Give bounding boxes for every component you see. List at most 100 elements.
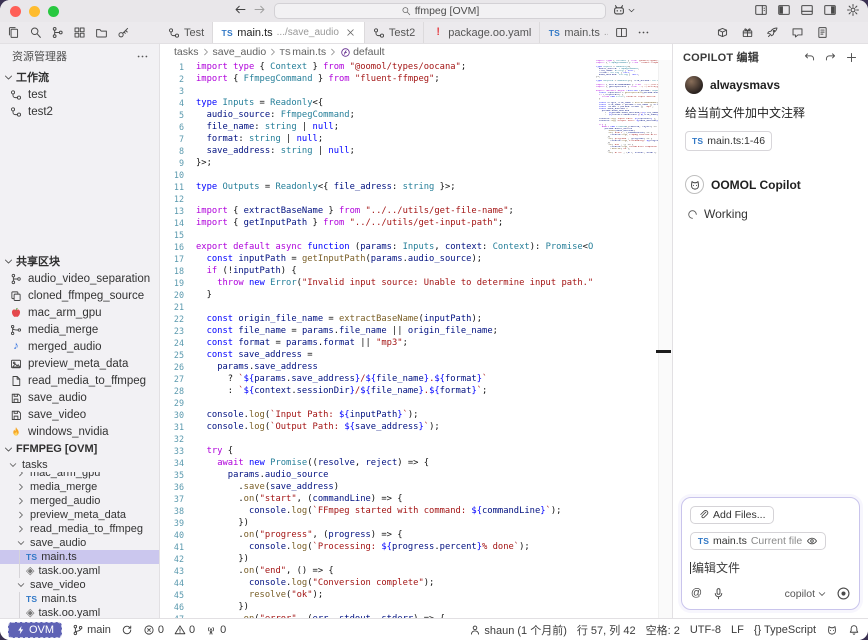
chat-input[interactable]: 编辑文件 — [690, 559, 851, 576]
status-item--2[interactable]: 空格: 2 — [646, 622, 680, 638]
status-item--57-42[interactable]: 行 57, 列 42 — [577, 622, 636, 638]
sidebar-section: 工作流testtest2 — [0, 68, 159, 120]
rocket-icon[interactable] — [766, 26, 779, 39]
status-item-0[interactable]: 0 — [174, 624, 195, 636]
list-item-save_video[interactable]: save_video — [0, 406, 159, 423]
model-selector[interactable]: copilot — [785, 588, 827, 600]
breadcrumb-item[interactable]: default — [353, 46, 385, 58]
status-item-shaun-1-[interactable]: shaun (1 个月前) — [469, 622, 567, 638]
tree-item-save_video[interactable]: save_video — [0, 578, 159, 592]
breadcrumb-item[interactable]: tasks — [174, 46, 199, 58]
list-item-media_merge[interactable]: media_merge — [0, 321, 159, 338]
tab-main-ts[interactable]: TSmain.ts.../save — [540, 22, 608, 43]
command-center[interactable]: ffmpeg [OVM] — [274, 3, 606, 19]
back-icon[interactable] — [234, 3, 247, 16]
code-line: 7 format: string | null; — [160, 133, 594, 145]
attachment-chip[interactable]: TS main.ts:1-46 — [685, 131, 772, 151]
forward-icon[interactable] — [253, 3, 266, 16]
redo-icon[interactable] — [824, 51, 837, 64]
feedback-icon[interactable] — [791, 26, 804, 39]
status-item[interactable] — [848, 624, 860, 636]
folder-icon[interactable] — [95, 26, 108, 39]
breadcrumb-item[interactable]: main.ts — [292, 46, 326, 58]
zoom-button[interactable] — [48, 6, 59, 17]
package-icon[interactable] — [716, 26, 729, 39]
section-header[interactable]: 共享区块 — [0, 252, 159, 270]
list-item-save_audio[interactable]: save_audio — [0, 389, 159, 406]
list-item-windows_nvidia[interactable]: windows_nvidia — [0, 423, 159, 440]
assistant-menu[interactable] — [612, 3, 636, 17]
line-number: 42 — [160, 553, 184, 565]
split-editor-icon[interactable] — [615, 26, 628, 39]
code-token: log — [291, 542, 307, 552]
extensions-icon[interactable] — [73, 26, 86, 39]
tree-item-save_audio[interactable]: save_audio — [0, 536, 159, 550]
list-item-merged_audio[interactable]: ♪merged_audio — [0, 338, 159, 355]
status-item--typescript[interactable]: {} TypeScript — [754, 624, 816, 636]
tree-item-main.ts[interactable]: TSmain.ts — [0, 550, 159, 564]
eye-icon[interactable] — [806, 535, 818, 547]
minimap[interactable]: import type { Context } from "@oomol/typ… — [596, 60, 658, 618]
status-item-utf-8[interactable]: UTF-8 — [690, 624, 721, 636]
chat-composer[interactable]: Add Files... TS main.ts Current file 编辑文… — [681, 497, 860, 611]
tree-item-task.oo.yaml[interactable]: ◈task.oo.yaml — [0, 606, 159, 618]
toggle-sidebar-icon[interactable] — [777, 3, 791, 17]
status-item[interactable] — [121, 624, 133, 636]
tab-Test2[interactable]: Test2 — [365, 22, 424, 43]
list-item-mac_arm_gpu[interactable]: mac_arm_gpu — [0, 304, 159, 321]
status-item-main[interactable]: main — [72, 624, 111, 636]
list-item-read_media_to_ffmpeg[interactable]: read_media_to_ffmpeg — [0, 372, 159, 389]
toggle-panel-icon[interactable] — [800, 3, 814, 17]
close-button[interactable] — [10, 6, 21, 17]
mention-icon[interactable]: @ — [690, 587, 703, 600]
minimize-button[interactable] — [29, 6, 40, 17]
status-item-0[interactable]: 0 — [143, 624, 164, 636]
undo-icon[interactable] — [803, 51, 816, 64]
sidebar-more-icon[interactable] — [136, 50, 149, 63]
tab-main-ts[interactable]: TSmain.ts.../save_audio — [213, 22, 365, 43]
customize-layout-icon[interactable] — [754, 3, 768, 17]
status-item-0[interactable]: 0 — [205, 624, 226, 636]
tree-item-preview_meta_data[interactable]: preview_meta_data — [0, 508, 159, 522]
editor-scrollbar[interactable] — [658, 60, 672, 618]
section-header[interactable]: FFMPEG [OVM] — [0, 440, 159, 458]
tree-item-mac_arm_gpu[interactable]: mac_arm_gpu — [0, 472, 159, 480]
tree-item-tasks[interactable]: tasks — [0, 458, 159, 472]
list-item-cloned_ffmpeg_source[interactable]: cloned_ffmpeg_source — [0, 287, 159, 304]
tree-item-media_merge[interactable]: media_merge — [0, 480, 159, 494]
tree-item-main.ts[interactable]: TSmain.ts — [0, 592, 159, 606]
list-item-test[interactable]: test — [0, 86, 159, 103]
changelog-icon[interactable] — [816, 26, 829, 39]
send-button[interactable] — [836, 586, 851, 601]
list-item-test2[interactable]: test2 — [0, 103, 159, 120]
settings-gear-icon[interactable] — [846, 3, 860, 17]
status-bar: OVMmain000 shaun (1 个月前)行 57, 列 42空格: 2U… — [0, 618, 868, 640]
new-session-icon[interactable] — [845, 51, 858, 64]
more-actions-icon[interactable] — [637, 26, 650, 39]
add-files-button[interactable]: Add Files... — [690, 506, 774, 524]
list-item-audio_video_separation[interactable]: audio_video_separation — [0, 270, 159, 287]
secrets-icon[interactable] — [117, 26, 130, 39]
breadcrumb-item[interactable]: save_audio — [213, 46, 267, 58]
search-view-icon[interactable] — [29, 26, 42, 39]
tab-package-oo-yaml[interactable]: !package.oo.yaml — [424, 22, 540, 43]
section-header[interactable]: 工作流 — [0, 68, 159, 86]
gift-icon[interactable] — [741, 26, 754, 39]
close-icon[interactable] — [345, 27, 356, 38]
toggle-secondary-sidebar-icon[interactable] — [823, 3, 837, 17]
files-icon[interactable] — [7, 26, 20, 39]
code-token: file_name — [339, 326, 387, 336]
warnt-icon — [174, 624, 186, 636]
code-editor[interactable]: 1import type { Context } from "@oomol/ty… — [160, 60, 672, 618]
current-file-chip[interactable]: TS main.ts Current file — [690, 532, 826, 550]
tree-item-read_media_to_ffmpeg[interactable]: read_media_to_ffmpeg — [0, 522, 159, 536]
tab-Test[interactable]: Test — [160, 22, 213, 43]
status-item-lf[interactable]: LF — [731, 624, 744, 636]
list-item-preview_meta_data[interactable]: preview_meta_data — [0, 355, 159, 372]
status-item-ovm[interactable]: OVM — [8, 622, 62, 638]
mic-icon[interactable] — [712, 587, 725, 600]
tree-item-merged_audio[interactable]: merged_audio — [0, 494, 159, 508]
status-item[interactable] — [826, 624, 838, 636]
source-control-icon[interactable] — [51, 26, 64, 39]
tree-item-task.oo.yaml[interactable]: ◈task.oo.yaml — [0, 564, 159, 578]
